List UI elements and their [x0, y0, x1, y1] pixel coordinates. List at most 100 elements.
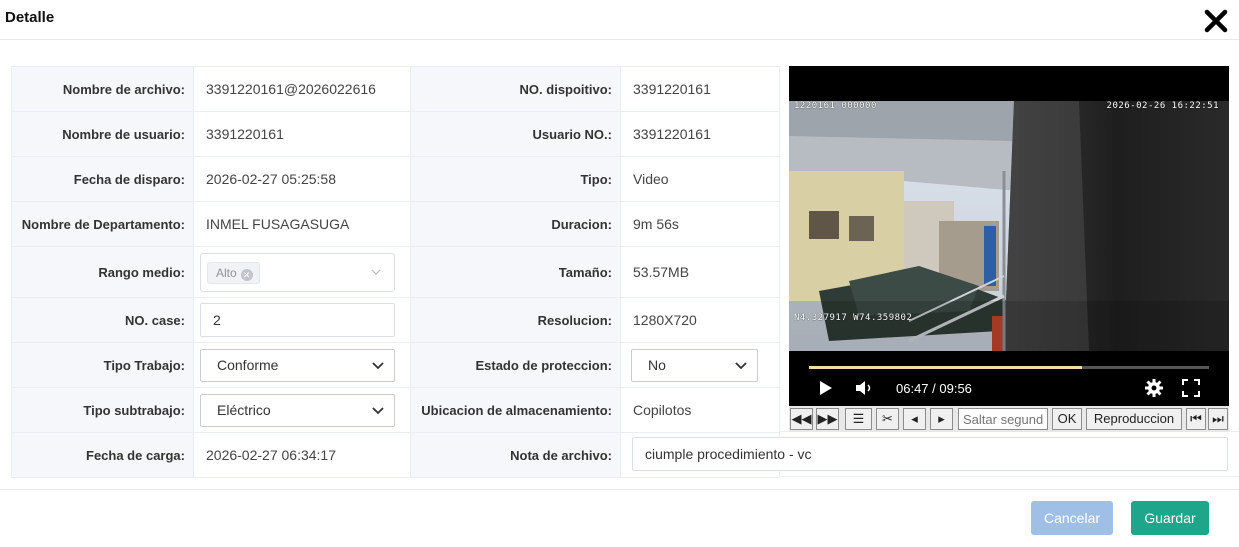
- skip-start-button[interactable]: ⏮: [1186, 408, 1206, 430]
- chevron-down-icon: [735, 361, 747, 369]
- user-no-label: Usuario NO.:: [410, 111, 621, 157]
- prev-frame-icon: ◂: [911, 411, 918, 426]
- rewind-button[interactable]: ◀◀: [790, 408, 813, 430]
- size-value: 53.57MB: [620, 246, 780, 298]
- detail-modal: Detalle Nombre de archivo: 3391220161@20…: [0, 0, 1239, 547]
- cancel-button[interactable]: Cancelar: [1031, 501, 1113, 535]
- form-row: Nombre de archivo: 3391220161@2026022616…: [11, 66, 780, 112]
- file-name-label: Nombre de archivo:: [11, 66, 194, 112]
- form-row: Tipo subtrabajo: Eléctrico Ubicacion de …: [11, 387, 780, 433]
- user-no-value: 3391220161: [620, 111, 780, 157]
- resolution-label: Resolucion:: [410, 297, 621, 343]
- player-controls: 06:47 / 09:56: [789, 351, 1229, 406]
- form-row: Rango medio: Alto ✕ Tamaño: 53.57MB: [11, 246, 780, 298]
- user-name-value: 3391220161: [193, 111, 411, 157]
- department-label: Nombre de Departamento:: [11, 201, 194, 247]
- upload-date-label: Fecha de carga:: [11, 432, 194, 478]
- chevron-down-icon: [372, 361, 384, 369]
- device-no-value: 3391220161: [620, 66, 780, 112]
- protection-state-cell: No: [620, 342, 780, 388]
- volume-icon[interactable]: [855, 380, 873, 396]
- resolution-value: 1280X720: [620, 297, 780, 343]
- cut-button[interactable]: ✂: [876, 408, 899, 430]
- modal-header: Detalle: [0, 0, 1239, 40]
- osd-device-text: 1220161 000000: [794, 101, 877, 111]
- size-label: Tamaño:: [410, 246, 621, 298]
- form-row: Nombre de usuario: 3391220161 Usuario NO…: [11, 111, 780, 157]
- work-subtype-select[interactable]: Eléctrico: [200, 393, 395, 427]
- skip-end-button[interactable]: ⏭: [1208, 408, 1228, 430]
- progress-bar[interactable]: [809, 366, 1209, 369]
- close-icon[interactable]: [1203, 8, 1229, 34]
- fast-forward-button[interactable]: ▶▶: [816, 408, 839, 430]
- time-display: 06:47 / 09:56: [896, 381, 972, 396]
- file-name-value: 3391220161@2026022616: [193, 66, 411, 112]
- duration-value: 9m 56s: [620, 201, 780, 247]
- upload-date-value: 2026-02-27 06:34:17: [193, 432, 411, 478]
- chevron-down-icon: [371, 269, 381, 275]
- protection-state-label: Estado de proteccion:: [410, 342, 621, 388]
- trigger-date-label: Fecha de disparo:: [11, 156, 194, 202]
- form-row: Tipo Trabajo: Conforme Estado de protecc…: [11, 342, 780, 388]
- fullscreen-icon[interactable]: [1182, 379, 1200, 397]
- next-frame-icon: ▸: [938, 411, 945, 426]
- ok-button[interactable]: OK: [1052, 408, 1082, 430]
- work-subtype-value: Eléctrico: [217, 401, 271, 418]
- form-row: Fecha de disparo: 2026-02-27 05:25:58 Ti…: [11, 156, 780, 202]
- skip-seconds-input[interactable]: [958, 408, 1048, 430]
- playback-button[interactable]: Reproduccion: [1086, 408, 1182, 430]
- file-note-input-visible[interactable]: [632, 437, 1228, 471]
- gear-icon[interactable]: [1144, 378, 1164, 398]
- modal-footer: Cancelar Guardar: [0, 489, 1239, 547]
- modal-title: Detalle: [5, 9, 55, 26]
- list-button[interactable]: ☰: [845, 408, 872, 430]
- form-row: Nombre de Departamento: INMEL FUSAGASUGA…: [11, 201, 780, 247]
- rewind-icon: ◀◀: [791, 411, 812, 426]
- work-subtype-label: Tipo subtrabajo:: [11, 387, 194, 433]
- osd-gps-text: N4.327917 W74.359802: [794, 313, 913, 323]
- media-range-tag-label: Alto: [216, 265, 237, 280]
- video-player[interactable]: 1220161 000000 2026-02-26 16:22:51 N4.32…: [789, 66, 1229, 406]
- next-frame-button[interactable]: ▸: [930, 408, 953, 430]
- work-type-value: Conforme: [217, 356, 279, 373]
- case-no-input[interactable]: [200, 303, 395, 337]
- type-value: Video: [620, 156, 780, 202]
- tag-remove-icon[interactable]: ✕: [240, 268, 253, 281]
- duration-label: Duracion:: [410, 201, 621, 247]
- media-range-tag: Alto ✕: [207, 261, 260, 284]
- file-note-label: Nota de archivo:: [410, 432, 621, 478]
- media-range-label: Rango medio:: [11, 246, 194, 298]
- type-label: Tipo:: [410, 156, 621, 202]
- player-toolbar: ◀◀ ▶▶ ☰ ✂ ◂ ▸ OK Reproduccion ⏮ ⏭: [789, 406, 1229, 432]
- play-icon[interactable]: [819, 380, 833, 396]
- list-icon: ☰: [852, 411, 865, 426]
- form-row: NO. case: Resolucion: 1280X720: [11, 297, 780, 343]
- user-name-label: Nombre de usuario:: [11, 111, 194, 157]
- work-type-cell: Conforme: [193, 342, 411, 388]
- work-subtype-cell: Eléctrico: [193, 387, 411, 433]
- storage-location-label: Ubicacion de almacenamiento:: [410, 387, 621, 433]
- chevron-down-icon: [372, 406, 384, 414]
- progress-fill: [809, 366, 1083, 369]
- case-no-cell: [193, 297, 411, 343]
- department-value: INMEL FUSAGASUGA: [193, 201, 411, 247]
- trigger-date-value: 2026-02-27 05:25:58: [193, 156, 411, 202]
- storage-location-value: Copilotos: [620, 387, 780, 433]
- prev-frame-button[interactable]: ◂: [903, 408, 926, 430]
- protection-state-value: No: [648, 356, 666, 373]
- skip-start-icon: ⏮: [1190, 411, 1202, 426]
- case-no-label: NO. case:: [11, 297, 194, 343]
- scissors-icon: ✂: [882, 411, 893, 426]
- save-button[interactable]: Guardar: [1131, 501, 1209, 535]
- osd-datetime-text: 2026-02-26 16:22:51: [1106, 101, 1219, 111]
- video-frame[interactable]: 1220161 000000 2026-02-26 16:22:51 N4.32…: [789, 101, 1229, 351]
- fast-forward-icon: ▶▶: [817, 411, 838, 426]
- media-range-select[interactable]: Alto ✕: [200, 252, 395, 292]
- device-no-label: NO. dispoitivo:: [410, 66, 621, 112]
- skip-end-icon: ⏭: [1212, 411, 1224, 426]
- work-type-select[interactable]: Conforme: [200, 348, 395, 382]
- media-range-cell: Alto ✕: [193, 246, 411, 298]
- work-type-label: Tipo Trabajo:: [11, 342, 194, 388]
- detail-form: Nombre de archivo: 3391220161@2026022616…: [11, 66, 780, 478]
- protection-state-select[interactable]: No: [631, 348, 758, 382]
